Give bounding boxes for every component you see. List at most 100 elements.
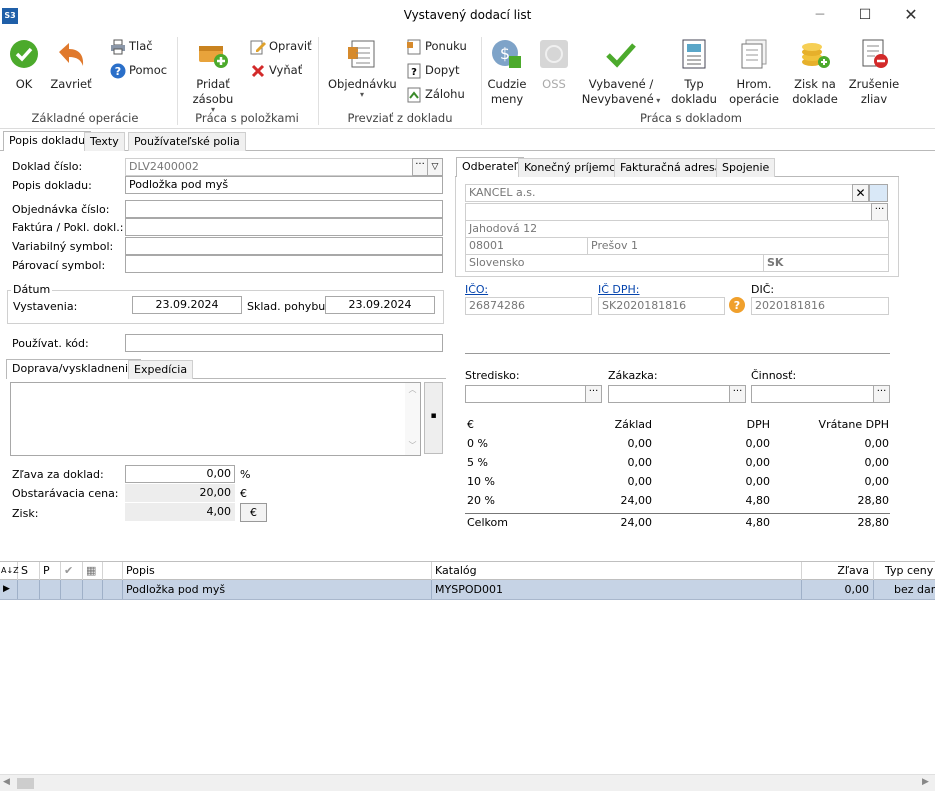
tab-texts[interactable]: Texty xyxy=(84,132,125,151)
scroll-right-icon[interactable]: ▶ xyxy=(922,777,929,787)
take-advance-button[interactable]: Zálohu xyxy=(406,85,465,103)
doc-number-browse-button[interactable]: ··· xyxy=(412,158,428,176)
textarea-menu-button[interactable]: ▪ xyxy=(424,382,443,454)
street-field[interactable]: Jahodová 12 xyxy=(465,220,889,238)
take-offer-button[interactable]: Ponuku xyxy=(406,37,467,55)
city-field[interactable]: Prešov 1 xyxy=(587,237,889,255)
column-header-description[interactable]: Popis xyxy=(123,562,432,580)
tab-transport[interactable]: Doprava/vyskladnenie xyxy=(6,359,141,379)
icdph-field[interactable]: SK2020181816 xyxy=(598,297,725,315)
edit-button[interactable]: Opraviť xyxy=(250,37,312,55)
svg-text:$: $ xyxy=(500,44,510,63)
minimize-icon[interactable]: ─ xyxy=(805,4,835,26)
row-description[interactable]: Podložka pod myš xyxy=(123,580,432,599)
profit-button[interactable]: Zisk na doklade xyxy=(788,38,842,107)
question-icon[interactable]: ? xyxy=(728,296,746,314)
demand-icon: ? xyxy=(407,63,421,78)
zip-field[interactable]: 08001 xyxy=(465,237,588,255)
tab-contact[interactable]: Spojenie xyxy=(716,158,776,177)
user-code-label: Používat. kód: xyxy=(12,337,89,350)
transport-textarea[interactable] xyxy=(10,382,421,456)
cost-center-field[interactable] xyxy=(465,385,586,403)
country-field[interactable]: Slovensko xyxy=(465,254,764,272)
country-code-field[interactable]: SK xyxy=(763,254,889,272)
activity-browse-button[interactable]: ··· xyxy=(873,385,890,403)
ico-link[interactable]: IČO: xyxy=(465,283,488,297)
calculator-column-icon[interactable]: ▦ xyxy=(83,562,103,580)
tab-expedition[interactable]: Expedícia xyxy=(128,360,194,379)
column-header-p[interactable]: P xyxy=(40,562,61,580)
foreign-currency-button[interactable]: $ Cudzie meny xyxy=(485,38,529,107)
ok-button[interactable]: OK xyxy=(5,38,43,92)
scrollbar-thumb[interactable] xyxy=(17,778,34,789)
contract-field[interactable] xyxy=(608,385,730,403)
add-stock-button[interactable]: Pridať zásobu ▾ xyxy=(188,38,238,114)
sort-icon[interactable]: A↓Z xyxy=(0,562,19,580)
column-header-discount[interactable]: Zľava xyxy=(802,562,874,580)
table-row[interactable]: ▶ Podložka pod myš MYSPOD001 0,00 bez da… xyxy=(0,580,935,600)
edit-customer-icon[interactable] xyxy=(869,184,888,202)
cancel-discounts-button[interactable]: Zrušenie zliav xyxy=(847,38,901,107)
help-button[interactable]: ? Pomoc xyxy=(110,61,167,79)
chevron-down-icon: ▾ xyxy=(359,90,364,99)
coins-icon xyxy=(802,43,830,68)
invoice-field[interactable] xyxy=(125,218,443,236)
tab-customer[interactable]: Odberateľ xyxy=(456,157,524,177)
issued-date-field[interactable]: 23.09.2024 xyxy=(132,296,242,314)
check-column-icon[interactable]: ✔ xyxy=(61,562,83,580)
dic-field[interactable]: 2020181816 xyxy=(751,297,889,315)
maximize-icon[interactable]: ☐ xyxy=(850,4,880,26)
profit-field: 4,00 xyxy=(125,503,235,521)
take-demand-button[interactable]: ? Dopyt xyxy=(406,61,460,79)
user-code-field[interactable] xyxy=(125,334,443,352)
activity-field[interactable] xyxy=(751,385,874,403)
currency-toggle-button[interactable]: € xyxy=(240,503,267,522)
column-header-price-type[interactable]: Typ ceny xyxy=(874,562,935,580)
customer-name-field[interactable]: KANCEL a.s. xyxy=(465,184,853,202)
tab-document-description[interactable]: Popis dokladu xyxy=(3,131,92,151)
tab-billing-address[interactable]: Fakturačná adresa xyxy=(614,158,728,177)
svg-text:?: ? xyxy=(734,299,740,312)
textarea-scrollbar[interactable]: ︿ ﹀ xyxy=(405,383,420,455)
oss-button[interactable]: OSS xyxy=(534,38,574,92)
print-button[interactable]: Tlač xyxy=(110,37,153,55)
stock-move-date-field[interactable]: 23.09.2024 xyxy=(325,296,435,314)
ico-field[interactable]: 26874286 xyxy=(465,297,592,315)
column-header-catalog[interactable]: Katalóg xyxy=(432,562,802,580)
tab-final-recipient[interactable]: Konečný príjemca xyxy=(518,158,629,177)
row-price-type[interactable]: bez dan xyxy=(874,580,935,599)
doc-discount-field[interactable]: 0,00 xyxy=(125,465,235,483)
horizontal-scrollbar[interactable]: ◀ ▶ xyxy=(0,774,935,791)
close-button[interactable]: Zavrieť xyxy=(50,38,92,92)
cost-center-browse-button[interactable]: ··· xyxy=(585,385,602,403)
order-number-field[interactable] xyxy=(125,200,443,218)
oss-icon xyxy=(540,40,568,68)
scroll-up-icon[interactable]: ︿ xyxy=(405,383,420,397)
row-discount[interactable]: 0,00 xyxy=(802,580,874,599)
percent-unit: % xyxy=(240,468,251,481)
vat-total-row: Celkom 24,00 4,80 28,80 xyxy=(467,516,889,529)
done-toggle-button[interactable]: Vybavené / Nevybavené ▾ xyxy=(580,38,662,108)
bulk-operations-button[interactable]: Hrom. operácie xyxy=(726,38,782,107)
remove-button[interactable]: Vyňať xyxy=(250,61,302,79)
pairing-symbol-field[interactable] xyxy=(125,255,443,273)
take-order-button[interactable]: Objednávku ▾ xyxy=(328,38,397,99)
tab-user-fields[interactable]: Používateľské polia xyxy=(128,132,246,151)
row-catalog[interactable]: MYSPOD001 xyxy=(432,580,802,599)
icdph-link[interactable]: IČ DPH: xyxy=(598,283,640,297)
column-header-s[interactable]: S xyxy=(18,562,40,580)
chevron-down-icon[interactable]: ▽ xyxy=(427,158,443,176)
scroll-down-icon[interactable]: ﹀ xyxy=(405,439,420,453)
document-type-button[interactable]: Typ dokladu xyxy=(668,38,720,107)
column-header-spacer xyxy=(103,562,123,580)
activity-label: Činnosť: xyxy=(751,369,797,382)
doc-number-field[interactable]: DLV2400002 xyxy=(125,158,413,176)
customer-extra-field[interactable] xyxy=(465,203,873,221)
clear-customer-icon[interactable]: ✕ xyxy=(852,184,869,202)
close-window-icon[interactable]: ✕ xyxy=(896,4,926,26)
contract-browse-button[interactable]: ··· xyxy=(729,385,746,403)
doc-desc-field[interactable]: Podložka pod myš xyxy=(125,176,443,194)
variable-symbol-field[interactable] xyxy=(125,237,443,255)
customer-browse-button[interactable]: ··· xyxy=(871,203,888,221)
scroll-left-icon[interactable]: ◀ xyxy=(3,777,10,787)
